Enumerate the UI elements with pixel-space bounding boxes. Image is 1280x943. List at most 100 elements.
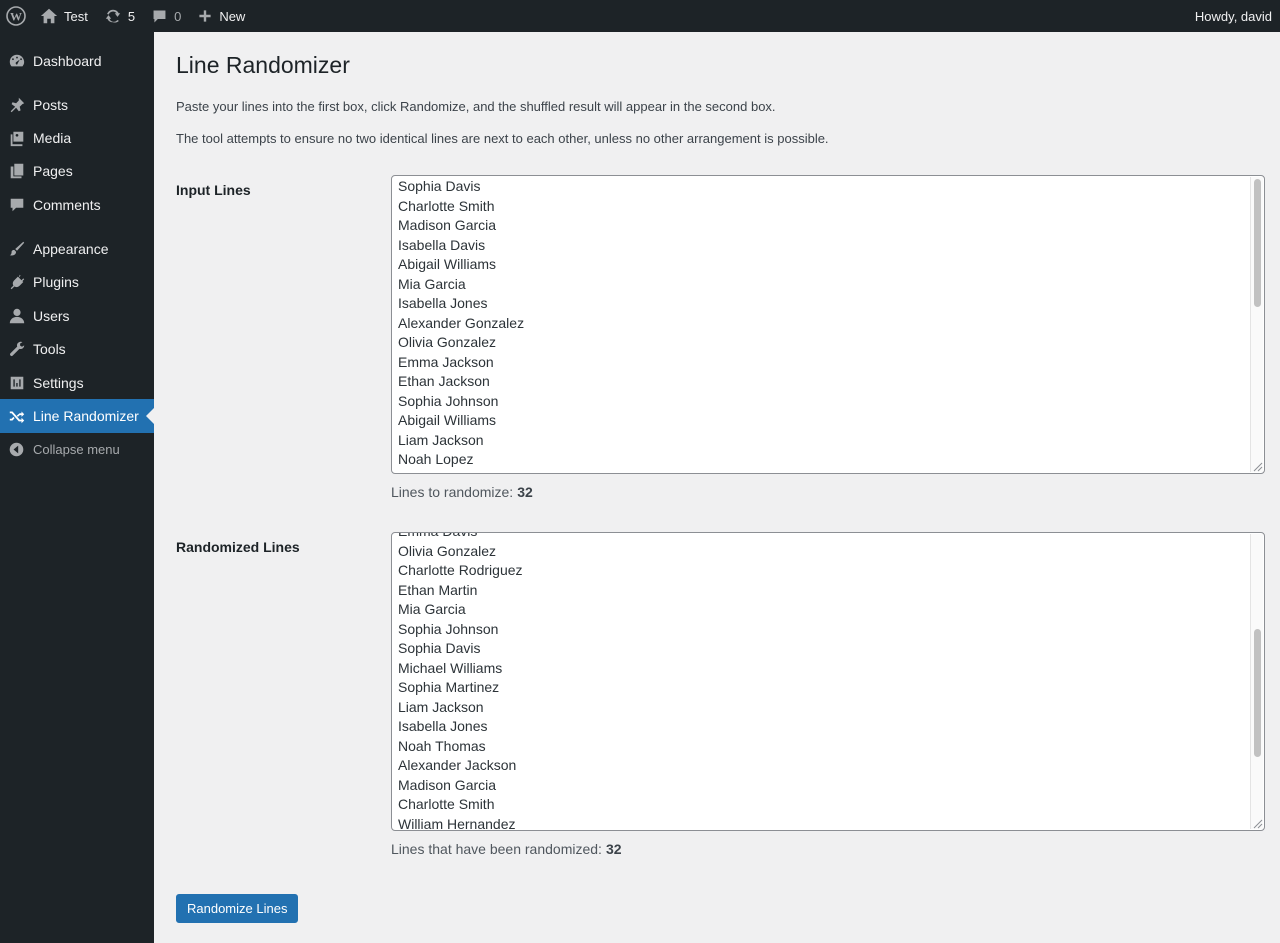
sidebar-item-label: Posts xyxy=(33,97,69,113)
sidebar-item-users[interactable]: Users xyxy=(0,299,154,333)
text-line: Ethan Jackson xyxy=(398,373,490,389)
text-line: Emma Jackson xyxy=(398,353,494,370)
sidebar-item-appearance[interactable]: Appearance xyxy=(0,232,154,266)
new-content-link[interactable]: New xyxy=(189,0,253,32)
sidebar-item-label: Comments xyxy=(33,197,101,213)
settings-icon xyxy=(10,376,23,390)
randomized-lines-content: Emma DavisOlivia Gonzalez Charlotte Rodri… xyxy=(398,533,523,831)
updates-count: 5 xyxy=(127,8,136,24)
pages-icon xyxy=(10,163,23,179)
shuffle-icon xyxy=(9,411,24,424)
collapse-menu-label: Collapse menu xyxy=(33,441,120,457)
my-account-link[interactable]: Howdy, david xyxy=(1187,0,1280,32)
plus-icon xyxy=(199,10,211,22)
text-line: Sophia Martinez xyxy=(398,679,500,695)
text-line: Noah Lopez xyxy=(398,451,474,467)
sidebar-item-label: Line Randomizer xyxy=(33,408,139,424)
text-line: Madison Garcia xyxy=(398,776,497,793)
sidebar-item-line-randomizer[interactable]: Line Randomizer xyxy=(0,399,154,433)
text-line: Mia Garcia xyxy=(398,275,466,292)
user-icon xyxy=(9,308,24,324)
text-line: Alexander Jackson xyxy=(398,757,517,773)
brush-icon xyxy=(9,241,24,256)
text-line: Charlotte Smith xyxy=(398,197,495,214)
wrench-icon xyxy=(9,341,24,357)
resize-handle-icon[interactable] xyxy=(1251,460,1263,472)
admin-sidebar: Dashboard Posts Media Pages Comments App… xyxy=(0,32,154,943)
plug-icon xyxy=(10,274,24,290)
output-scrollbar-thumb[interactable] xyxy=(1254,629,1261,757)
text-line: Liam Jackson xyxy=(398,431,484,448)
comment-icon xyxy=(10,198,23,212)
text-line: Abigail Williams xyxy=(398,412,497,428)
pin-icon xyxy=(10,97,24,113)
wordpress-logo-button[interactable]: W xyxy=(0,0,32,32)
output-scrollbar[interactable] xyxy=(1250,534,1263,829)
sidebar-item-dashboard[interactable]: Dashboard xyxy=(0,44,154,78)
text-line: Noah Thomas xyxy=(398,737,486,754)
text-line: Madison Garcia xyxy=(398,217,497,233)
sidebar-item-label: Appearance xyxy=(33,241,109,257)
sidebar-item-media[interactable]: Media xyxy=(0,121,154,155)
sidebar-item-plugins[interactable]: Plugins xyxy=(0,265,154,299)
media-icon xyxy=(10,131,23,147)
output-count-value: 32 xyxy=(605,841,622,857)
sidebar-item-label: Media xyxy=(33,130,72,146)
text-line: Sophia Davis xyxy=(398,178,481,194)
text-line: Isabella Jones xyxy=(398,718,488,734)
description-2: The tool attempts to ensure no two ident… xyxy=(176,131,829,146)
text-line: Mia Garcia xyxy=(398,601,466,617)
text-line: Alexander Gonzalez xyxy=(398,314,525,331)
text-line: William Hernandez xyxy=(398,815,516,831)
input-count-value: 32 xyxy=(517,484,533,500)
text-line: Michael Williams xyxy=(398,659,503,676)
sidebar-item-label: Users xyxy=(33,308,70,324)
text-line: Sophia Johnson xyxy=(398,392,499,409)
text-line: Olivia Gonzalez xyxy=(398,542,497,559)
howdy-text: Howdy, david xyxy=(1194,8,1272,24)
text-line: Abigail Williams xyxy=(398,256,497,272)
output-count-label: Lines that have been randomized: xyxy=(391,841,602,857)
sidebar-item-label: Dashboard xyxy=(33,53,102,69)
sidebar-item-label: Tools xyxy=(33,341,66,357)
text-line: Charlotte Rodriguez xyxy=(398,562,523,578)
comments-link[interactable]: 0 xyxy=(143,0,189,32)
text-line: Sophia Davis xyxy=(398,640,481,656)
sidebar-item-pages[interactable]: Pages xyxy=(0,154,154,188)
new-label: New xyxy=(219,8,246,24)
main-content: Line Randomizer Paste your lines into th… xyxy=(154,32,1280,943)
text-line: Isabella Davis xyxy=(398,236,486,253)
sidebar-item-tools[interactable]: Tools xyxy=(0,332,154,366)
comment-icon xyxy=(153,10,166,22)
wordpress-logo-icon: W xyxy=(6,6,26,26)
resize-handle-icon[interactable] xyxy=(1251,817,1263,829)
sidebar-item-comments[interactable]: Comments xyxy=(0,188,154,222)
input-scrollbar[interactable] xyxy=(1250,177,1263,472)
comments-count: 0 xyxy=(174,8,182,24)
updates-icon xyxy=(105,9,121,23)
description-1: Paste your lines into the first box, cli… xyxy=(176,99,776,114)
sidebar-item-posts[interactable]: Posts xyxy=(0,88,154,122)
sidebar-item-label: Pages xyxy=(33,163,73,179)
home-icon xyxy=(40,8,58,24)
randomize-lines-button[interactable]: Randomize Lines xyxy=(176,894,299,923)
input-count-text: Lines to randomize: 32 xyxy=(391,484,533,500)
input-scrollbar-thumb[interactable] xyxy=(1254,179,1261,307)
site-name: Test xyxy=(64,8,88,24)
sidebar-item-settings[interactable]: Settings xyxy=(0,366,154,400)
text-line: Isabella Jones xyxy=(398,295,488,311)
dashboard-icon xyxy=(9,54,24,67)
svg-text:W: W xyxy=(10,10,22,24)
text-line: Emma Davis xyxy=(398,533,523,542)
text-line: Sophia Johnson xyxy=(398,620,499,637)
input-lines-content: Sophia Davis Charlotte Smith Madison Garci… xyxy=(398,177,524,470)
collapse-menu-button[interactable]: Collapse menu xyxy=(0,432,154,466)
collapse-icon xyxy=(9,442,24,456)
input-lines-textarea[interactable]: Sophia Davis Charlotte Smith Madison Garci… xyxy=(391,175,1265,474)
text-line: Liam Jackson xyxy=(398,698,484,715)
site-name-link[interactable]: Test xyxy=(32,0,96,32)
randomized-lines-label: Randomized Lines xyxy=(176,539,300,555)
output-count-text: Lines that have been randomized: 32 xyxy=(391,841,622,857)
updates-link[interactable]: 5 xyxy=(96,0,143,32)
randomized-lines-textarea[interactable]: Emma DavisOlivia Gonzalez Charlotte Rodri… xyxy=(391,532,1265,831)
